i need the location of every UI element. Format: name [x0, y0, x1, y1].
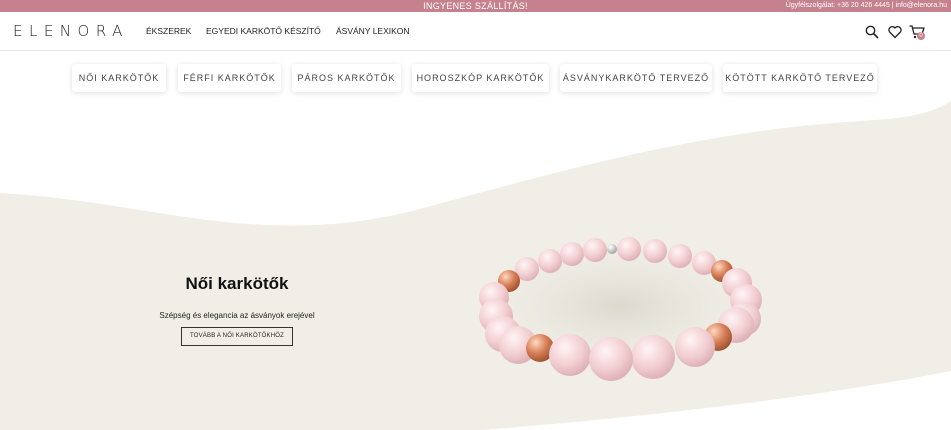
top-banner: INGYENES SZÁLLÍTÁS! Ügyfélszolgálat: +36…	[0, 0, 951, 12]
customer-service-contact[interactable]: Ügyfélszolgálat: +36 20 426 4445 | info@…	[786, 0, 947, 12]
hero-background	[0, 101, 951, 430]
category-knitted-bracelet-designer[interactable]: KÖTÖTT KARKÖTŐ TERVEZŐ	[723, 64, 877, 92]
category-nav: NŐI KARKÖTŐK FÉRFI KARKÖTŐK PÁROS KARKÖT…	[0, 51, 951, 101]
nav-jewelry[interactable]: ÉKSZEREK	[146, 26, 191, 37]
nav-mineral-lexicon[interactable]: ÁSVÁNY LEXIKON	[336, 26, 410, 37]
hero-title: Női karkötők	[185, 274, 289, 293]
category-mineral-bracelet-designer[interactable]: ÁSVÁNYKARKÖTŐ TERVEZŐ	[560, 64, 712, 92]
heart-icon[interactable]	[888, 25, 902, 39]
category-couples-bracelets[interactable]: PÁROS KARKÖTŐK	[292, 64, 401, 92]
hero-subtitle: Szépség és elegancia az ásványok erejéve…	[159, 311, 315, 320]
category-womens-bracelets[interactable]: NŐI KARKÖTŐK	[72, 64, 166, 92]
elenora-logo[interactable]: ELENORA	[13, 23, 129, 39]
category-mens-bracelets[interactable]: FÉRFI KARKÖTŐK	[178, 64, 281, 92]
cart-count-badge: 0	[917, 32, 925, 40]
nav-custom-bracelet-maker[interactable]: EGYEDI KARKÖTŐ KÉSZÍTŐ	[206, 26, 321, 37]
search-icon[interactable]	[865, 25, 879, 39]
contact-text: Ügyfélszolgálat: +36 20 426 4445 | info@…	[785, 2, 947, 9]
header-icons: 0	[865, 25, 937, 40]
hero-banner: Női karkötők Szépség és elegancia az ásv…	[0, 101, 951, 430]
category-horoscope-bracelets[interactable]: HOROSZKÓP KARKÖTŐK	[412, 64, 549, 92]
go-to-womens-bracelets-button[interactable]: TOVÁBB A NŐI KARKÖTŐKHÖZ	[181, 327, 293, 346]
cart-icon[interactable]: 0	[909, 25, 925, 40]
site-header: ELENORA ÉKSZEREK EGYEDI KARKÖTŐ KÉSZÍTŐ …	[0, 12, 951, 51]
